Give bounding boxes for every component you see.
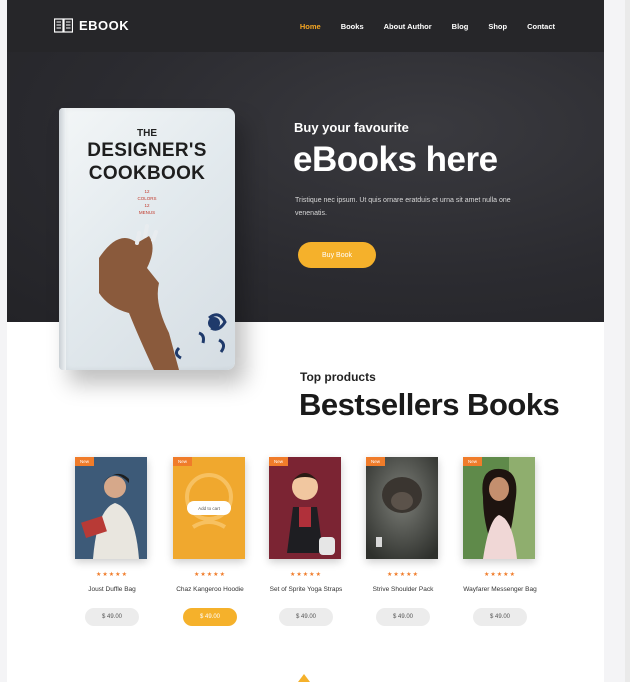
new-badge: New xyxy=(75,457,95,466)
section-subtitle: Top products xyxy=(300,370,376,384)
hero-title: eBooks here xyxy=(293,140,498,179)
price-button[interactable]: $ 49.00 xyxy=(85,608,139,626)
rating-stars: ★★★★★ xyxy=(290,572,322,578)
product-name[interactable]: Chaz Kangeroo Hoodie xyxy=(161,586,259,593)
product-image[interactable]: New xyxy=(269,457,341,559)
buy-book-button[interactable]: Buy Book xyxy=(298,242,376,268)
nav-item-about-author[interactable]: About Author xyxy=(384,22,432,31)
product-image[interactable]: New Add to cart xyxy=(173,457,245,559)
rating-stars: ★★★★★ xyxy=(387,572,419,578)
book-cover-pre: THE xyxy=(137,128,157,139)
nav-item-shop[interactable]: Shop xyxy=(488,22,507,31)
rating-stars: ★★★★★ xyxy=(96,572,128,578)
product-image[interactable]: New xyxy=(463,457,535,559)
hero-subtitle: Buy your favourite xyxy=(294,120,409,135)
product-image[interactable]: New xyxy=(366,457,438,559)
book-cover-line1: DESIGNER'S xyxy=(87,140,207,161)
hero-description: Tristique nec ipsum. Ut quis ornare erat… xyxy=(295,197,511,217)
nav-item-contact[interactable]: Contact xyxy=(527,22,555,31)
open-book-icon xyxy=(54,18,73,33)
top-nav: EBOOK Home Books About Author Blog Shop … xyxy=(7,0,604,52)
price-button[interactable]: $ 49.00 xyxy=(376,608,430,626)
caret-up-icon[interactable] xyxy=(298,674,310,682)
nav-item-home[interactable]: Home xyxy=(300,22,321,31)
new-badge: New xyxy=(463,457,483,466)
rating-stars: ★★★★★ xyxy=(484,572,516,578)
nav-menu: Home Books About Author Blog Shop Contac… xyxy=(300,22,555,31)
rating-stars: ★★★★★ xyxy=(194,572,226,578)
new-badge: New xyxy=(173,457,193,466)
page: EBOOK Home Books About Author Blog Shop … xyxy=(7,0,604,682)
product-name[interactable]: Set of Sprite Yoga Straps xyxy=(257,586,355,593)
new-badge: New xyxy=(366,457,386,466)
price-button[interactable]: $ 49.00 xyxy=(473,608,527,626)
logo-text: EBOOK xyxy=(79,18,130,33)
product-name[interactable]: Wayfarer Messenger Bag xyxy=(451,586,549,593)
book-cover-line2: COOKBOOK xyxy=(88,163,206,184)
logo[interactable]: EBOOK xyxy=(54,18,129,33)
product-3-illustration xyxy=(269,457,341,559)
new-badge: New xyxy=(269,457,289,466)
nav-item-blog[interactable]: Blog xyxy=(452,22,469,31)
price-button[interactable]: $ 49.00 xyxy=(279,608,333,626)
book-cover-small-text: 12 COLORS 12 MENUS xyxy=(137,189,157,215)
hero-book-cover: THE DESIGNER'S COOKBOOK 12 COLORS 12 MEN… xyxy=(59,108,235,370)
product-5-illustration xyxy=(463,457,535,559)
product-name[interactable]: Joust Duffle Bag xyxy=(63,586,161,593)
nav-item-books[interactable]: Books xyxy=(341,22,364,31)
section-title: Bestsellers Books xyxy=(299,387,560,422)
price-button[interactable]: $ 49.00 xyxy=(183,608,237,626)
product-image[interactable]: New xyxy=(75,457,147,559)
product-4-illustration xyxy=(366,457,438,559)
add-to-cart-button[interactable]: Add to cart xyxy=(187,501,231,515)
page-scrollbar[interactable] xyxy=(625,0,630,682)
product-1-illustration xyxy=(75,457,147,559)
product-name[interactable]: Strive Shoulder Pack xyxy=(354,586,452,593)
